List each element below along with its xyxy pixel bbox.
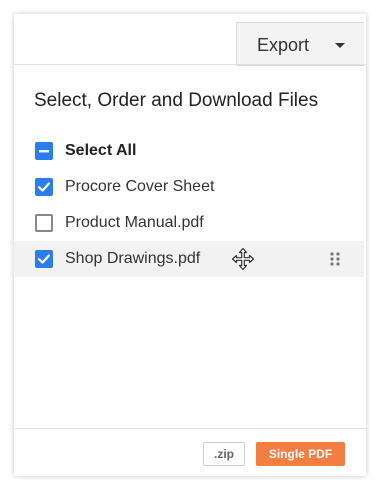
chevron-down-icon	[335, 43, 345, 48]
drag-handle-icon[interactable]	[327, 251, 343, 267]
footer-divider	[14, 428, 366, 429]
file-checkbox-product-manual[interactable]	[35, 214, 53, 232]
move-icon[interactable]	[231, 247, 255, 271]
page-background: Export Select, Order and Download Files …	[0, 0, 381, 492]
select-all-row[interactable]: Select All	[14, 133, 364, 169]
file-label: Product Manual.pdf	[65, 214, 204, 231]
file-checkbox-procore-cover-sheet[interactable]	[35, 178, 53, 196]
file-label: Procore Cover Sheet	[65, 178, 215, 195]
indeterminate-icon	[39, 150, 49, 153]
select-all-checkbox[interactable]	[35, 142, 53, 160]
export-dropdown-button[interactable]: Export	[236, 22, 364, 66]
single-pdf-button[interactable]: Single PDF	[256, 442, 345, 466]
file-checkbox-shop-drawings[interactable]	[35, 250, 53, 268]
export-label: Export	[257, 35, 310, 55]
checkmark-icon	[37, 254, 51, 264]
select-all-label: Select All	[65, 142, 137, 159]
header-divider	[14, 64, 366, 65]
export-panel: Export Select, Order and Download Files …	[14, 14, 366, 476]
file-row-product-manual[interactable]: Product Manual.pdf	[14, 205, 364, 241]
dialog-title: Select, Order and Download Files	[34, 90, 319, 111]
zip-button[interactable]: .zip	[203, 442, 245, 466]
file-row-procore-cover-sheet[interactable]: Procore Cover Sheet	[14, 169, 364, 205]
checkmark-icon	[37, 182, 51, 192]
file-label: Shop Drawings.pdf	[65, 250, 201, 267]
file-row-shop-drawings[interactable]: Shop Drawings.pdf	[14, 241, 364, 277]
